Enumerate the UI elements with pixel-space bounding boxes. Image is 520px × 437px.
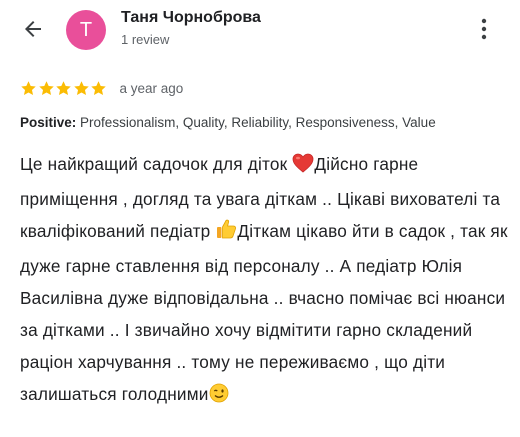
star-icon bbox=[21, 80, 36, 95]
review-text-part-3: Діткам цікаво йти в садок , так як дуже … bbox=[20, 221, 508, 404]
review-text: Це найкращий садочок для діток Дійсно га… bbox=[20, 148, 515, 413]
thumbs-up-emoji bbox=[215, 218, 237, 250]
review-header: T Таня Чорноброва 1 review bbox=[0, 0, 520, 60]
star-icon bbox=[91, 80, 106, 95]
winking-face-emoji bbox=[209, 381, 229, 413]
positive-label: Positive: bbox=[20, 115, 77, 130]
more-vert-icon bbox=[481, 18, 487, 40]
back-button[interactable] bbox=[18, 14, 48, 44]
positive-values: Professionalism, Quality, Reliability, R… bbox=[80, 115, 436, 130]
review-time: a year ago bbox=[119, 80, 184, 96]
star-rating bbox=[20, 80, 108, 97]
review-count: 1 review bbox=[121, 32, 170, 47]
star-icon bbox=[56, 80, 71, 95]
star-icon bbox=[38, 80, 54, 95]
more-options-button[interactable] bbox=[474, 14, 494, 44]
review-text-part-1: Це найкращий садочок для діток bbox=[20, 154, 293, 174]
reviewer-name[interactable]: Таня Чорноброва bbox=[121, 9, 261, 27]
arrow-left-icon bbox=[25, 21, 41, 37]
avatar[interactable]: T bbox=[66, 10, 106, 50]
positive-attributes: Positive: Professionalism, Quality, Reli… bbox=[20, 115, 510, 130]
star-icon bbox=[73, 80, 89, 95]
rating-row: a year ago bbox=[20, 78, 183, 98]
red-heart-emoji bbox=[292, 151, 314, 183]
